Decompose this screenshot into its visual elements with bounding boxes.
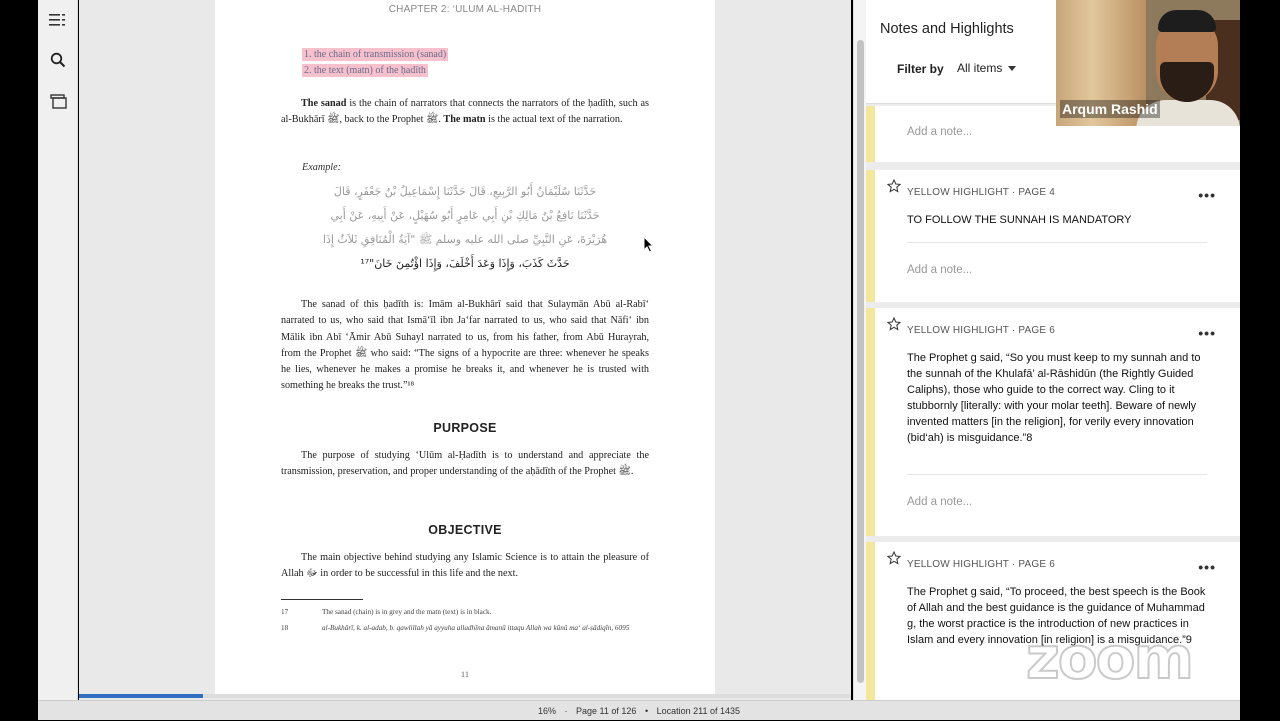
search-icon[interactable]	[44, 46, 72, 74]
arabic-sanad-line: حَدَّثَنَا سُلَيْمَانُ أَبُو الرَّبِيعِ،…	[333, 185, 597, 198]
footnote-number: 17	[281, 608, 289, 616]
mouse-cursor-icon	[643, 236, 655, 253]
running-head: CHAPTER 2: ‘ULUM AL-HADITH	[388, 4, 542, 15]
scrollbar-thumb[interactable]	[857, 40, 864, 683]
example-label: Example:	[302, 162, 342, 173]
filter-value: All items	[957, 61, 1003, 75]
divider	[907, 474, 1207, 475]
screen: CHAPTER 2: ‘ULUM AL-HADITH 1. the chain …	[0, 0, 1280, 720]
paragraph-text: is the actual text of the narration.	[485, 114, 623, 126]
footnote-text: The sanad (chain) is in grey and the mat…	[322, 608, 492, 616]
arabic-matn-line: حَدَّثَ كَذَبَ، وَإِذَا وَعَدَ أَخْلَفَ،…	[360, 257, 570, 270]
highlight-text[interactable]: The Prophet g said, “So you must keep to…	[907, 350, 1207, 446]
footnote-number: 18	[281, 624, 289, 632]
highlight-card: YELLOW HIGHLIGHT · PAGE 6 ••• The Prophe…	[866, 308, 1240, 536]
participant-video[interactable]: Arqum Rashid	[1056, 0, 1240, 126]
letterbox	[1240, 0, 1280, 720]
star-icon[interactable]	[887, 179, 901, 193]
footnote: 17 The sanad (chain) is in grey and the m…	[281, 607, 651, 618]
footnote-rule	[281, 599, 363, 600]
highlight-kind: YELLOW HIGHLIGHT · PAGE 6	[907, 325, 1055, 336]
star-icon[interactable]	[887, 551, 901, 565]
reader-view[interactable]: CHAPTER 2: ‘ULUM AL-HADITH 1. the chain …	[79, 0, 851, 700]
participant-name: Arqum Rashid	[1060, 100, 1160, 118]
footnote-text: al-Bukhārī, k. al-adab, b. qawlillah yā …	[322, 624, 630, 632]
reading-progress-bar[interactable]	[79, 694, 851, 698]
filter-label: Filter by	[897, 62, 944, 76]
page-number: 11	[460, 669, 470, 679]
highlighted-text[interactable]: 2. the text (matn) of the ḥadīth	[302, 64, 428, 77]
divider	[907, 242, 1207, 243]
highlight-card: YELLOW HIGHLIGHT · PAGE 4 ••• TO FOLLOW …	[866, 170, 1240, 302]
paragraph-sanad-explanation: The sanad of this ḥadīth is: Imām al-Buk…	[281, 299, 649, 392]
location-indicator: Location 211 of 1435	[656, 706, 741, 716]
arabic-sanad-line: حَدَّثَنَا نَافِعُ بْنُ مَالِكِ بْنِ أَب…	[330, 209, 600, 222]
toc-icon[interactable]	[44, 6, 72, 34]
reading-progress-fill	[79, 694, 203, 698]
highlight-kind: YELLOW HIGHLIGHT · PAGE 6	[907, 559, 1055, 570]
video-person	[1158, 10, 1216, 32]
highlight-text[interactable]: TO FOLLOW THE SUNNAH IS MANDATORY	[907, 212, 1207, 228]
footnote: 18 al-Bukhārī, k. al-adab, b. qawlillah y…	[281, 623, 651, 634]
book-page[interactable]: CHAPTER 2: ‘ULUM AL-HADITH 1. the chain …	[215, 0, 715, 694]
add-note-field[interactable]: Add a note...	[907, 126, 972, 138]
status-bar: 16% · Page 11 of 126 • Location 211 of 1…	[38, 700, 1240, 720]
reading-percent: 16%	[537, 706, 556, 716]
heading-objective: OBJECTIVE	[428, 523, 502, 537]
more-options-icon[interactable]: •••	[1198, 325, 1216, 341]
chevron-down-icon	[1008, 65, 1017, 71]
more-options-icon[interactable]: •••	[1198, 187, 1216, 203]
star-icon[interactable]	[887, 317, 901, 331]
add-note-field[interactable]: Add a note...	[907, 496, 972, 508]
paragraph-purpose: The purpose of studying ‘Ulūm al-Ḥadīth …	[281, 450, 649, 478]
arabic-sanad-line: هُرَيْرَةَ، عَنِ النَّبِيِّ صلى الله علي…	[322, 233, 608, 246]
flashcards-icon[interactable]	[44, 87, 72, 115]
separator: ·	[564, 706, 568, 716]
more-options-icon[interactable]: •••	[1198, 559, 1216, 575]
highlighted-text[interactable]: 1. the chain of transmission (sanad)	[302, 48, 449, 61]
reader-toolbar	[38, 0, 78, 700]
heading-purpose: PURPOSE	[433, 421, 497, 435]
term-sanad: The sanad	[301, 98, 347, 109]
zoom-watermark: zoom	[1025, 623, 1195, 693]
add-note-field[interactable]: Add a note...	[907, 264, 972, 276]
separator: •	[644, 706, 649, 716]
filter-dropdown[interactable]: All items	[957, 61, 1017, 75]
notes-title: Notes and Highlights	[880, 21, 1014, 37]
paragraph-sanad: The sanad is the chain of narrators that…	[281, 96, 649, 129]
term-matn: The matn	[443, 114, 486, 126]
paragraph-objective: The main objective behind studying any I…	[281, 552, 649, 580]
page-indicator: Page 11 of 126	[576, 706, 637, 716]
scrollbar[interactable]	[853, 0, 866, 700]
highlight-kind: YELLOW HIGHLIGHT · PAGE 4	[907, 187, 1055, 198]
